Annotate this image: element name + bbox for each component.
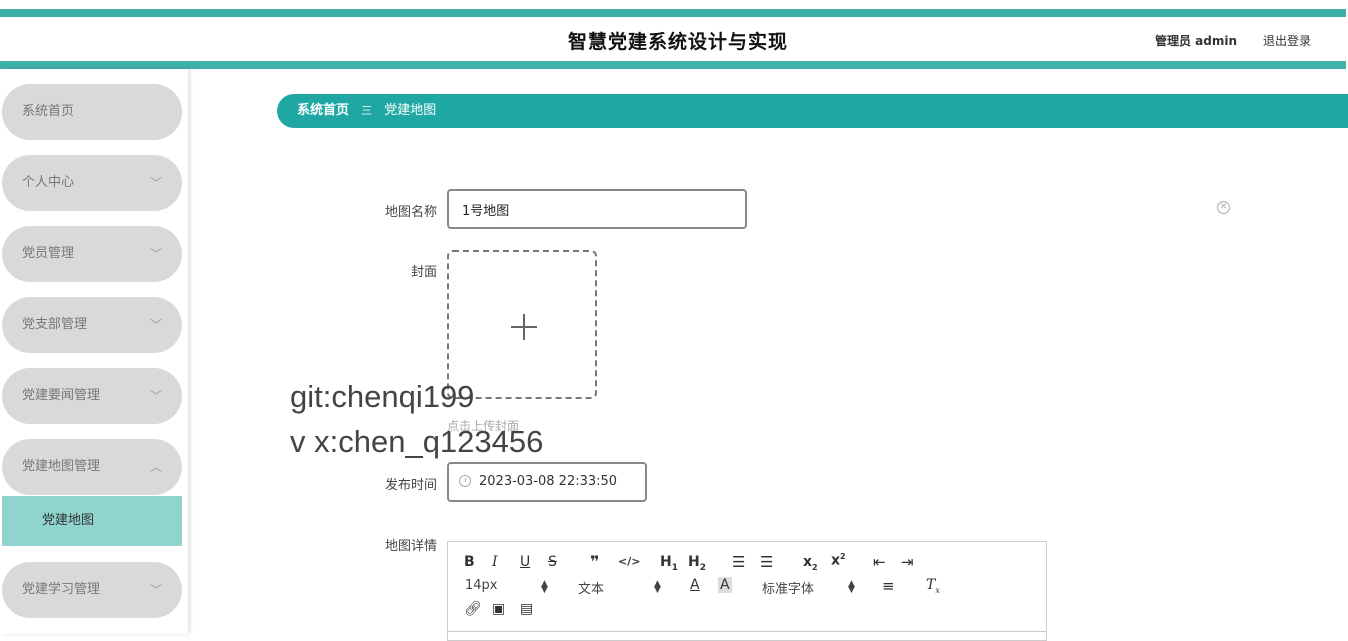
sidebar: 系统首页 个人中心 ﹀ 党员管理 ﹀ 党支部管理 ﹀ 党建要闻管理 ﹀ 党建地图… [0,69,188,634]
sidebar-item-personal-center[interactable]: 个人中心 ﹀ [2,155,182,211]
breadcrumb-current: 党建地图 [384,103,437,118]
chevron-down-icon: ﹀ [149,389,162,403]
select-arrows-icon: ▲ ▼ [654,579,661,595]
sidebar-item-label: 党建地图管理 [22,459,101,474]
block-format-value: 文本 [578,582,605,597]
breadcrumb: 系统首页 三 党建地图 [277,94,1348,128]
sidebar-subitem-label: 党建地图 [42,513,95,528]
sidebar-item-member-management[interactable]: 党员管理 ﹀ [2,226,182,282]
sidebar-item-map-management[interactable]: 党建地图管理 ︿ [2,439,182,495]
app-title: 智慧党建系统设计与实现 [567,31,788,53]
map-detail-label: 地图详情 [384,539,437,554]
admin-label: 管理员 admin [1155,34,1238,48]
sidebar-item-branch-management[interactable]: 党支部管理 ﹀ [2,297,182,353]
h1-icon[interactable]: H1 [660,554,678,573]
select-arrows-icon: ▲ ▼ [541,579,548,595]
chevron-down-icon: ﹀ [149,583,162,597]
link-icon[interactable]: 🔗︎ [464,601,482,617]
publish-time-input[interactable]: 2023-03-08 22:33:50 [447,462,647,502]
h2-icon[interactable]: H2 [688,554,706,573]
chevron-down-icon: ﹀ [149,176,162,190]
select-arrows-icon: ▲ ▼ [848,579,855,595]
subscript-icon[interactable]: x2 [803,554,818,572]
image-icon[interactable]: ▣ [492,601,505,617]
watermark-line-2: v x:chen_q123456 [290,424,544,459]
header-accent-bar [0,61,1346,69]
block-format-select[interactable]: 文本 ▲ ▼ [578,578,668,598]
clock-icon [459,475,471,487]
watermark-line-1: git:chenqi199 [290,379,475,414]
sidebar-item-label: 系统首页 [22,104,75,119]
ordered-list-icon[interactable]: ☰ [732,553,745,571]
chevron-up-icon: ︿ [149,460,162,474]
publish-time-value: 2023-03-08 22:33:50 [479,474,618,489]
clear-format-icon[interactable]: Tx [926,577,940,595]
map-name-label: 地图名称 [384,205,437,220]
sidebar-item-label: 党员管理 [22,246,75,261]
indent-icon[interactable]: ⇥ [901,553,914,571]
breadcrumb-home[interactable]: 系统首页 [297,103,349,118]
map-name-input[interactable] [447,189,747,229]
sidebar-item-label: 党建学习管理 [22,582,101,597]
top-accent-bar [0,9,1346,17]
sidebar-item-study-management[interactable]: 党建学习管理 ﹀ [2,562,182,618]
font-family-select[interactable]: 标准字体 ▲ ▼ [762,578,862,598]
chevron-down-icon: ﹀ [149,318,162,332]
font-size-value: 14px [465,578,498,593]
breadcrumb-separator: 三 [361,104,373,117]
video-icon[interactable]: ▤ [520,601,533,617]
bullet-list-icon[interactable]: ☰ [760,553,773,571]
align-icon[interactable]: ≡ [882,577,895,595]
cover-upload-button[interactable] [447,250,597,399]
sidebar-item-label: 党支部管理 [22,317,88,332]
sidebar-item-label: 个人中心 [22,175,75,190]
clear-icon[interactable]: ✕ [1217,201,1230,214]
plus-icon-vertical [523,314,525,340]
outdent-icon[interactable]: ⇤ [873,553,886,571]
code-icon[interactable]: </> [618,555,640,568]
blockquote-icon[interactable]: ❞ [590,552,599,571]
sidebar-subitem-party-map[interactable]: 党建地图 [2,496,182,546]
font-family-value: 标准字体 [762,582,815,597]
editor-toolbar-divider [448,631,1046,632]
logout-link[interactable]: 退出登录 [1263,32,1311,49]
rich-text-editor: B I U S ❞ </> H1 H2 ☰ ☰ x2 x2 ⇤ ⇥ 14px ▲… [447,541,1047,641]
underline-icon[interactable]: U [520,554,530,570]
sidebar-item-label: 党建要闻管理 [22,388,101,403]
publish-time-label: 发布时间 [384,478,437,493]
sidebar-item-news-management[interactable]: 党建要闻管理 ﹀ [2,368,182,424]
background-color-icon[interactable]: A [718,577,732,593]
bold-icon[interactable]: B [464,554,475,570]
font-color-icon[interactable]: A [690,577,700,593]
strikethrough-icon[interactable]: S [548,554,557,570]
italic-icon[interactable]: I [492,554,498,570]
chevron-down-icon: ﹀ [149,247,162,261]
superscript-icon[interactable]: x2 [831,552,846,569]
font-size-select[interactable]: 14px ▲ ▼ [465,578,555,595]
sidebar-item-home[interactable]: 系统首页 [2,84,182,140]
cover-label: 封面 [410,265,437,280]
